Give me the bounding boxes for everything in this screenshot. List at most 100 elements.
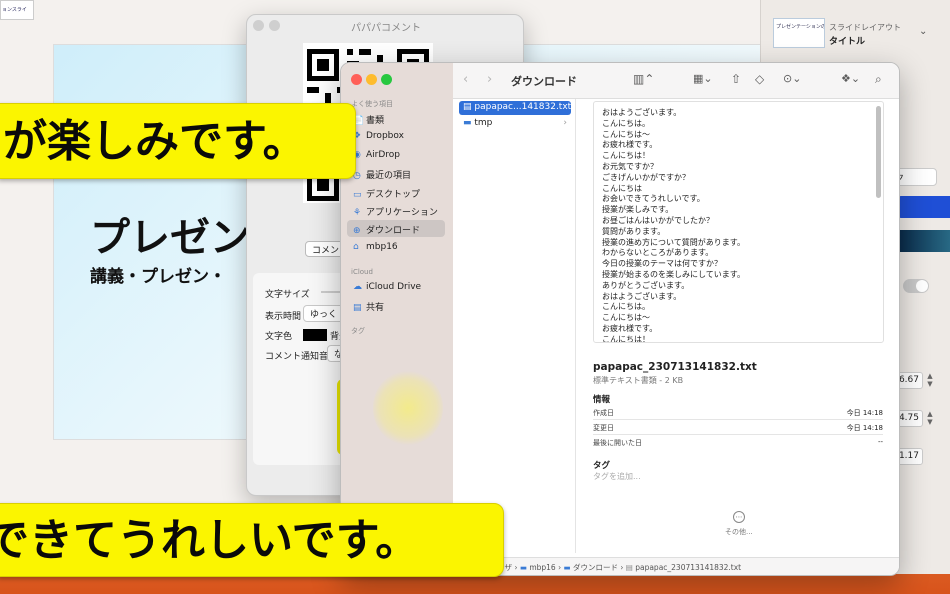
- slide-thumbnail-text: ョンスライ: [2, 7, 27, 13]
- file-name: papapac_230713141832.txt: [593, 361, 757, 373]
- font-size-slider[interactable]: [321, 291, 341, 293]
- sidebar-item-home[interactable]: ⌂ mbp16: [347, 239, 445, 256]
- preview-line: 授業が始まるのを楽しみにしています。: [602, 270, 745, 279]
- text-file-icon: ▤: [463, 102, 475, 112]
- file-row-label: tmp: [474, 118, 493, 128]
- more-label[interactable]: その他...: [725, 527, 753, 537]
- finder-toolbar: ‹ › ダウンロード ▥⌃ ▦⌄ ⇧ ◇ ⊙⌄ ❖⌄ ⌕: [453, 63, 899, 99]
- file-row-tmp[interactable]: ▬ tmp ›: [459, 117, 571, 131]
- tags-input[interactable]: タグを追加...: [593, 471, 641, 482]
- stepper-1[interactable]: ▲ ▼: [925, 372, 935, 389]
- info-value-modified: 今日 14:18: [846, 424, 883, 432]
- path-bar: HD › ▬ ユーザ › ▬ mbp16 › ▬ ダウンロード › ▤ papa…: [453, 557, 899, 575]
- search-icon[interactable]: ⌕: [875, 72, 882, 87]
- sidebar-item-label: AirDrop: [366, 150, 401, 160]
- icloud-header: iCloud: [351, 268, 373, 276]
- file-kind: 標準テキスト書類 - 2 KB: [593, 376, 684, 385]
- column-divider: [575, 99, 576, 553]
- path-home[interactable]: mbp16: [529, 563, 555, 572]
- preview-line: こんにちは: [602, 183, 642, 193]
- sidebar-item-applications[interactable]: ⚘ アプリケーション: [347, 202, 445, 219]
- sidebar-item-label: 最近の項目: [366, 171, 412, 181]
- group-icon[interactable]: ▦⌄: [693, 72, 713, 85]
- sidebar-item-icloud-drive[interactable]: ☁ iCloud Drive: [347, 279, 445, 296]
- folder-icon: ▬: [563, 563, 571, 572]
- preview-line: こんにちは〜: [602, 129, 650, 139]
- sidebar-item-label: デスクトップ: [366, 190, 421, 200]
- file-preview[interactable]: おはようございます。 こんにちは。 こんにちは〜 お疲れ様です。 こんにちは！ お元気です…: [593, 101, 884, 343]
- sidebar-item-recents[interactable]: ◷ 最近の項目: [347, 165, 445, 182]
- cloud-icon: ☁: [353, 282, 362, 292]
- sidebar-item-documents[interactable]: 📄 書類: [347, 110, 445, 127]
- sidebar-item-desktop[interactable]: ▭ デスクトップ: [347, 184, 445, 201]
- info-value-created: 今日 14:18: [846, 409, 883, 417]
- sidebar-item-downloads[interactable]: ⊕ ダウンロード: [347, 220, 445, 237]
- tags-section-header: タグ: [593, 461, 611, 471]
- caption-overlay-top: が楽しみです。: [0, 103, 356, 179]
- preview-line: 授業の進め方について質問があります。: [602, 237, 745, 247]
- sidebar-item-label: mbp16: [366, 242, 398, 252]
- back-icon[interactable]: ‹: [463, 72, 468, 87]
- window-title: パパパコメント: [351, 23, 421, 34]
- preview-line: お疲れ様です。: [602, 140, 658, 150]
- home-icon: ⌂: [353, 242, 359, 252]
- sidebar-item-airdrop[interactable]: ◉ AirDrop: [347, 147, 445, 164]
- sidebar-item-label: 書類: [366, 116, 385, 126]
- color-swatch-blue[interactable]: [899, 196, 950, 218]
- shared-folder-icon: ▤: [353, 303, 362, 313]
- text-color-label: 文字色: [265, 332, 293, 342]
- file-row-papapac[interactable]: ▤ papapac...141832.txt: [459, 101, 571, 115]
- preview-line: わからないところがあります。: [602, 248, 714, 258]
- more-icon[interactable]: ⋯: [733, 511, 745, 523]
- close-button[interactable]: [351, 74, 362, 85]
- notify-sound-label: コメント通知音: [265, 352, 329, 362]
- finder-window: よく使う項目 📄 書類 ❖ Dropbox ◉ AirDrop ◷ 最近の項目 ▭ デスク…: [340, 62, 900, 576]
- preview-line: 今日の授業のテーマは何ですか？: [602, 259, 722, 269]
- path-file[interactable]: papapac_230713141832.txt: [635, 563, 741, 572]
- minimize-button[interactable]: [366, 74, 377, 85]
- tags-header: タグ: [351, 327, 365, 335]
- sidebar-item-label: Dropbox: [366, 131, 404, 141]
- preview-line: こんにちは！: [602, 151, 650, 161]
- file-column: ▤ papapac...141832.txt ▬ tmp ›: [459, 101, 571, 131]
- info-divider: [593, 434, 883, 435]
- layout-name: タイトル: [829, 37, 866, 47]
- sidebar-item-label: アプリケーション: [366, 208, 438, 218]
- action-icon[interactable]: ⊙⌄: [783, 72, 801, 85]
- sidebar-item-shared[interactable]: ▤ 共有: [347, 297, 445, 314]
- download-icon: ⊕: [353, 226, 361, 236]
- info-key-created: 作成日: [593, 409, 614, 417]
- sidebar-item-label: 共有: [366, 303, 385, 313]
- stepper-2[interactable]: ▲ ▼: [925, 410, 935, 427]
- cursor-highlight: [373, 370, 443, 446]
- layout-label: スライドレイアウト: [829, 23, 901, 32]
- zoom-button[interactable]: [381, 74, 392, 85]
- info-value-last-opened: --: [877, 438, 883, 446]
- chevron-down-icon[interactable]: ⌄: [919, 26, 927, 37]
- folder-title: ダウンロード: [511, 75, 577, 88]
- chevron-right-icon: ›: [563, 118, 567, 128]
- slide-title: プレゼン: [90, 215, 250, 261]
- preview-line: お会いできてうれしいです。: [602, 194, 705, 204]
- slide-thumbnail[interactable]: ョンスライ: [0, 0, 34, 20]
- color-swatch-dark[interactable]: [899, 230, 950, 252]
- view-column-icon[interactable]: ▥⌃: [633, 72, 654, 86]
- preview-scrollbar[interactable]: [876, 106, 881, 198]
- path-downloads[interactable]: ダウンロード: [573, 563, 618, 572]
- tag-icon[interactable]: ◇: [755, 72, 764, 86]
- caption-overlay-bottom: できてうれしいです。: [0, 503, 504, 577]
- dropbox-menu-icon[interactable]: ❖⌄: [841, 72, 860, 85]
- finder-sidebar: よく使う項目 📄 書類 ❖ Dropbox ◉ AirDrop ◷ 最近の項目 ▭ デスク…: [341, 63, 453, 575]
- preview-line: おはようございます。: [602, 291, 682, 301]
- preview-line: お疲れ様です。: [602, 324, 658, 333]
- share-icon[interactable]: ⇧: [731, 72, 741, 86]
- layout-thumbnail[interactable]: プレゼンテーションのタイトル: [773, 18, 825, 48]
- favorites-header: よく使う項目: [351, 100, 393, 108]
- toggle-switch[interactable]: [903, 279, 929, 293]
- desktop-icon: ▭: [353, 190, 362, 200]
- sidebar-item-dropbox[interactable]: ❖ Dropbox: [347, 128, 445, 145]
- text-color-well[interactable]: [303, 329, 327, 341]
- preview-line: おはようございます。: [602, 108, 682, 117]
- forward-icon[interactable]: ›: [487, 72, 492, 87]
- info-header: 情報: [593, 395, 611, 405]
